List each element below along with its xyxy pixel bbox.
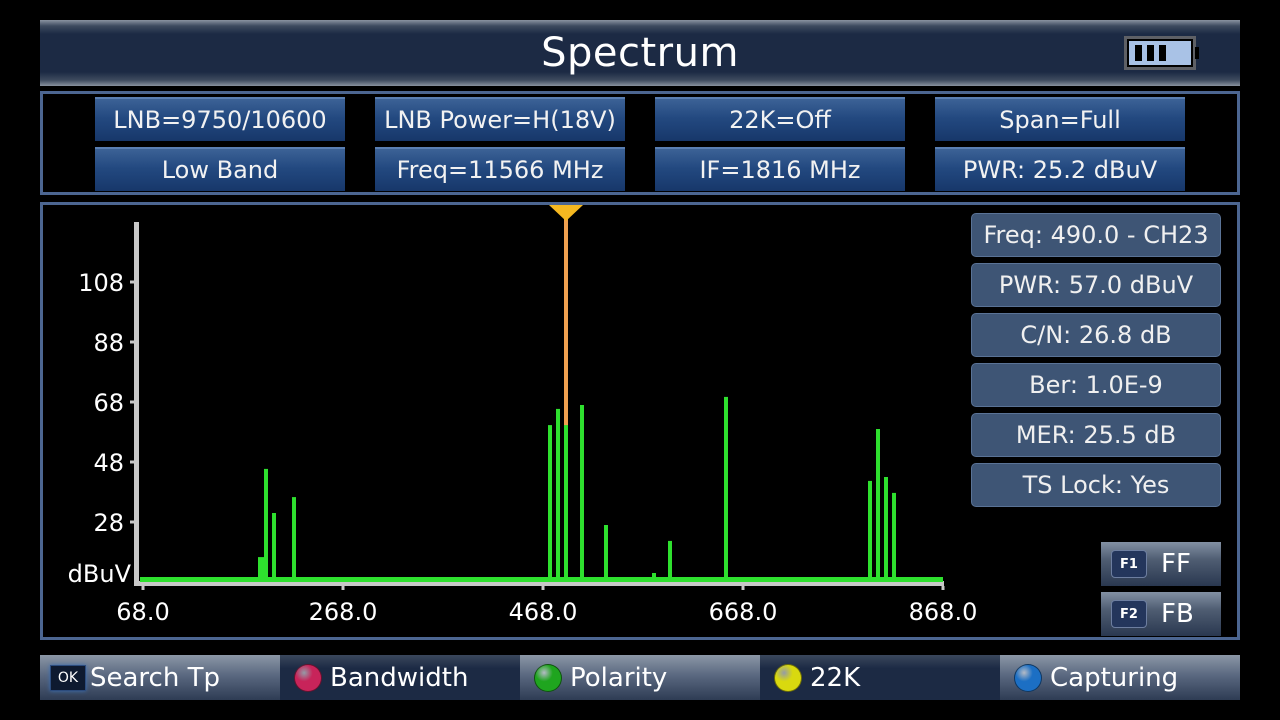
info-ber: Ber: 1.0E-9 <box>971 363 1221 407</box>
parameters-panel: LNB=9750/10600 LNB Power=H(18V) 22K=Off … <box>40 91 1240 195</box>
spectrum-bar <box>724 396 728 579</box>
f2-key-icon: F2 <box>1111 600 1147 628</box>
spectrum-bar <box>892 492 896 579</box>
search-tp-label: Search Tp <box>90 662 220 693</box>
search-tp-button[interactable]: OK Search Tp <box>40 655 280 700</box>
title-bar: Spectrum <box>40 20 1240 86</box>
spectrum-bar <box>258 557 264 579</box>
spectrum-bar <box>264 468 268 579</box>
lnb-button[interactable]: LNB=9750/10600 <box>95 97 345 141</box>
y-tick-label: 48 <box>93 449 124 477</box>
y-tick <box>130 520 134 524</box>
blue-button-icon <box>1014 663 1042 692</box>
spectrum-panel: 108 88 68 48 28 dBuV 68.0 268.0 468.0 668.0 868.0… <box>40 202 1240 640</box>
y-tick-label: 108 <box>78 269 124 297</box>
fb-label: FB <box>1161 599 1194 629</box>
info-ts-lock: TS Lock: Yes <box>971 463 1221 507</box>
spectrum-bar <box>272 513 276 579</box>
lnb-power-button[interactable]: LNB Power=H(18V) <box>375 97 625 141</box>
ff-button[interactable]: F1 FF <box>1101 542 1221 586</box>
spectrum-bar <box>556 408 560 579</box>
spectrum-bar <box>564 425 568 579</box>
x-tick <box>141 586 145 590</box>
x-tick-label: 68.0 <box>116 598 169 626</box>
red-button-icon <box>294 663 322 692</box>
span-button[interactable]: Span=Full <box>935 97 1185 141</box>
spectrum-bar <box>668 540 672 579</box>
x-tick-label: 868.0 <box>909 598 978 626</box>
ff-label: FF <box>1161 549 1191 579</box>
spectrum-bar <box>292 497 296 579</box>
polarity-button[interactable]: Polarity <box>520 655 760 700</box>
band-button[interactable]: Low Band <box>95 147 345 191</box>
y-tick <box>130 460 134 464</box>
if-button[interactable]: IF=1816 MHz <box>655 147 905 191</box>
x-tick-label: 468.0 <box>509 598 578 626</box>
power-readout: PWR: 25.2 dBuV <box>935 147 1185 191</box>
x-tick <box>341 586 345 590</box>
ok-key-icon: OK <box>50 664 86 691</box>
info-power: PWR: 57.0 dBuV <box>971 263 1221 307</box>
y-tick-label: 88 <box>93 329 124 357</box>
22k-label: 22K <box>810 662 861 693</box>
x-tick <box>541 586 545 590</box>
battery-cell <box>1159 45 1166 61</box>
green-button-icon <box>534 663 562 692</box>
y-axis-line <box>134 222 139 586</box>
spectrum-bar <box>604 525 608 579</box>
22k-footer-button[interactable]: 22K <box>760 655 1000 700</box>
x-tick-label: 668.0 <box>709 598 778 626</box>
y-tick <box>130 280 134 284</box>
page-title: Spectrum <box>541 30 739 76</box>
info-mer: MER: 25.5 dB <box>971 413 1221 457</box>
x-tick <box>741 586 745 590</box>
spectrum-bar <box>652 573 656 579</box>
y-axis-label: dBuV <box>68 560 132 588</box>
bandwidth-label: Bandwidth <box>330 662 469 693</box>
spectrum-bar <box>876 429 880 579</box>
bandwidth-button[interactable]: Bandwidth <box>280 655 520 700</box>
22k-button[interactable]: 22K=Off <box>655 97 905 141</box>
x-tick <box>941 586 945 590</box>
y-tick-label: 68 <box>93 389 124 417</box>
f1-key-icon: F1 <box>1111 550 1147 578</box>
yellow-button-icon <box>774 663 802 692</box>
footer-bar: OK Search Tp Bandwidth Polarity 22K Capt… <box>40 655 1240 700</box>
y-tick <box>130 400 134 404</box>
fb-button[interactable]: F2 FB <box>1101 592 1221 636</box>
battery-cell <box>1135 45 1142 61</box>
spectrum-bar <box>548 425 552 579</box>
frequency-button[interactable]: Freq=11566 MHz <box>375 147 625 191</box>
battery-icon <box>1124 36 1199 70</box>
marker-triangle-icon <box>549 205 583 221</box>
info-cn: C/N: 26.8 dB <box>971 313 1221 357</box>
x-tick-label: 268.0 <box>309 598 378 626</box>
polarity-label: Polarity <box>570 662 668 693</box>
capturing-label: Capturing <box>1050 662 1179 693</box>
spectrum-bar <box>868 480 872 579</box>
y-tick-label: 28 <box>93 509 124 537</box>
y-tick <box>130 340 134 344</box>
spectrum-bar <box>580 405 584 579</box>
battery-cell <box>1147 45 1154 61</box>
capturing-button[interactable]: Capturing <box>1000 655 1240 700</box>
info-frequency: Freq: 490.0 - CH23 <box>971 213 1221 257</box>
spectrum-bar <box>884 477 888 579</box>
